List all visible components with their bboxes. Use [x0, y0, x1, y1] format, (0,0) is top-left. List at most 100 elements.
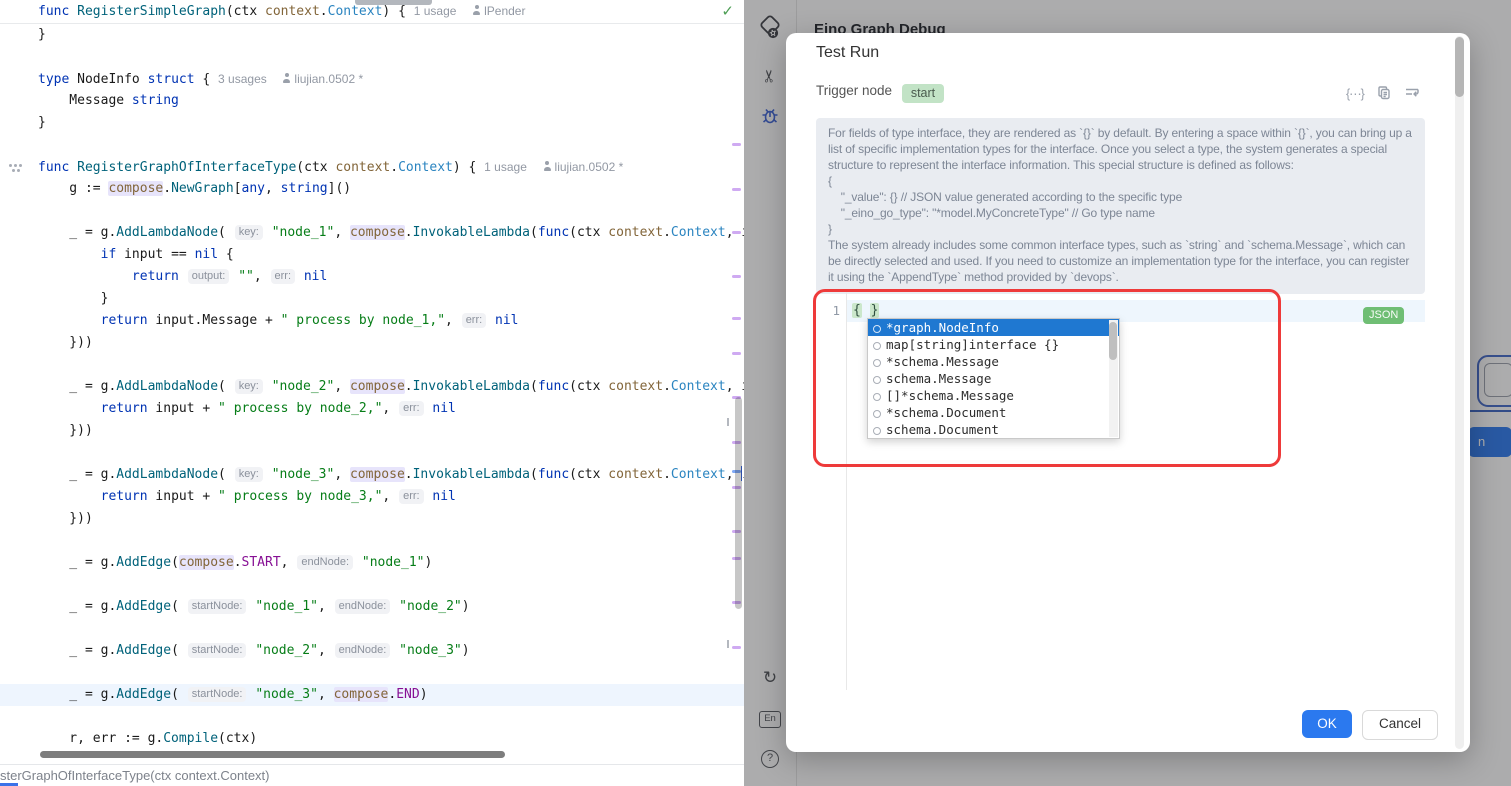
code-line: type NodeInfo struct { 3 usages liujian.…	[0, 68, 744, 90]
code-line: if input == nil {	[0, 244, 744, 266]
autocomplete-item-label: schema.Document	[886, 422, 999, 437]
interface-help-text: For fields of type interface, they are r…	[816, 118, 1425, 294]
cancel-button[interactable]: Cancel	[1362, 710, 1438, 740]
author-icon	[472, 5, 481, 15]
author-icon	[282, 73, 291, 83]
modal-title: Test Run	[816, 44, 879, 62]
autocomplete-item[interactable]: []*schema.Message	[868, 387, 1119, 404]
autocomplete-item[interactable]: *schema.Message	[868, 353, 1119, 370]
code-line: Message string	[0, 90, 744, 112]
code-line: g := compose.NewGraph[any, string]()	[0, 178, 744, 200]
code-line: return input + " process by node_2,", er…	[0, 398, 744, 420]
autocomplete-item[interactable]: *schema.Document	[868, 404, 1119, 421]
autocomplete-item[interactable]: map[string]interface {}	[868, 336, 1119, 353]
screen: func RegisterSimpleGraph(ctx context.Con…	[0, 0, 1511, 786]
vcs-change-marker	[732, 143, 741, 146]
autocomplete-list: *graph.NodeInfo map[string]interface {} *s…	[868, 319, 1119, 438]
copy-icon[interactable]	[1376, 85, 1392, 101]
close-brace: }	[870, 303, 880, 318]
code-line: return output: "", err: nil	[0, 266, 744, 288]
autocomplete-item[interactable]: schema.Message	[868, 370, 1119, 387]
code-line: func RegisterGraphOfInterfaceType(ctx co…	[0, 156, 744, 178]
code-line	[0, 662, 744, 684]
code-line: _ = g.AddLambdaNode( key: "node_1", comp…	[0, 222, 744, 244]
code-line: }))	[0, 420, 744, 442]
code-line: _ = g.AddEdge( startNode: "node_2", endN…	[0, 640, 744, 662]
status-bar: sterGraphOfInterfaceType(ctx context.Con…	[0, 764, 744, 786]
format-json-icon[interactable]: {⋯}	[1346, 86, 1364, 101]
ok-button[interactable]: OK	[1302, 710, 1352, 738]
code-line: _ = g.AddLambdaNode( key: "node_2", comp…	[0, 376, 744, 398]
code-line	[0, 442, 744, 464]
modal-toolbar: {⋯}	[1346, 83, 1436, 103]
code-line	[0, 530, 744, 552]
code-line	[0, 574, 744, 596]
vcs-change-marker	[732, 352, 741, 355]
code-line: }	[0, 112, 744, 134]
vcs-change-marker	[732, 317, 741, 320]
code-line: }))	[0, 332, 744, 354]
type-bullet-icon	[873, 359, 881, 367]
type-bullet-icon	[873, 410, 881, 418]
code-lines: func RegisterSimpleGraph(ctx context.Con…	[0, 0, 744, 750]
autocomplete-item[interactable]: *graph.NodeInfo	[868, 319, 1119, 336]
trigger-node-row: Trigger node start	[816, 83, 944, 103]
editor-top-tab-remnant	[355, 0, 432, 5]
editor-edge-tick	[727, 640, 729, 648]
code-line	[0, 618, 744, 640]
code-line: return input + " process by node_3,", er…	[0, 486, 744, 508]
json-input-editor[interactable]: 1 { } JSON *graph.NodeInfo map[string]int…	[786, 292, 1470, 690]
graph-gutter-icon[interactable]	[9, 164, 12, 167]
modal-footer: OK Cancel	[1302, 710, 1438, 740]
test-run-modal: Test Run Trigger node start {⋯}	[786, 33, 1470, 752]
type-bullet-icon	[873, 342, 881, 350]
vcs-change-marker	[732, 275, 741, 278]
autocomplete-item[interactable]: schema.Document	[868, 421, 1119, 438]
word-wrap-icon[interactable]	[1404, 85, 1420, 101]
trigger-node-badge: start	[902, 84, 944, 103]
code-line	[0, 200, 744, 222]
autocomplete-item-label: []*schema.Message	[886, 388, 1014, 403]
code-line	[0, 706, 744, 728]
inspection-ok-check-icon[interactable]: ✓	[721, 2, 734, 20]
trigger-node-label: Trigger node	[816, 83, 892, 98]
modal-scrollbar-thumb[interactable]	[1455, 37, 1464, 97]
breadcrumb[interactable]: sterGraphOfInterfaceType(ctx context.Con…	[0, 768, 270, 783]
type-bullet-icon	[873, 325, 881, 333]
code-line	[0, 46, 744, 68]
type-bullet-icon	[873, 427, 881, 435]
code-line	[0, 354, 744, 376]
code-line: }	[0, 24, 744, 46]
code-line: _ = g.AddLambdaNode( key: "node_3", comp…	[0, 464, 744, 486]
author-icon	[543, 161, 552, 171]
autocomplete-item-label: schema.Message	[886, 371, 991, 386]
modal-scrollbar-track[interactable]	[1455, 36, 1464, 749]
code-line: _ = g.AddEdge( startNode: "node_3", comp…	[0, 684, 744, 706]
type-autocomplete-popup: *graph.NodeInfo map[string]interface {} *s…	[867, 318, 1120, 439]
autocomplete-item-label: *graph.NodeInfo	[886, 320, 999, 335]
open-brace: {	[852, 303, 862, 318]
code-line: }	[0, 288, 744, 310]
code-line: return input.Message + " process by node…	[0, 310, 744, 332]
json-language-badge: JSON	[1363, 307, 1404, 324]
gutter-separator	[846, 292, 847, 690]
line-number: 1	[822, 300, 840, 322]
autocomplete-scroll-thumb[interactable]	[1109, 322, 1117, 360]
vcs-change-marker	[732, 231, 741, 234]
vcs-change-marker	[732, 646, 741, 649]
code-line: _ = g.AddEdge( startNode: "node_1", endN…	[0, 596, 744, 618]
type-bullet-icon	[873, 376, 881, 384]
code-line: r, err := g.Compile(ctx)	[0, 728, 744, 750]
autocomplete-scrollbar[interactable]	[1109, 320, 1118, 437]
vcs-change-marker	[732, 188, 741, 191]
code-editor[interactable]: func RegisterSimpleGraph(ctx context.Con…	[0, 0, 744, 764]
autocomplete-item-label: *schema.Message	[886, 354, 999, 369]
code-line: }))	[0, 508, 744, 530]
autocomplete-item-label: map[string]interface {}	[886, 337, 1059, 352]
editor-edge-tick	[727, 418, 729, 426]
vertical-scrollbar[interactable]	[735, 397, 742, 609]
horizontal-scrollbar[interactable]	[40, 751, 505, 758]
type-bullet-icon	[873, 393, 881, 401]
code-line	[0, 134, 744, 156]
autocomplete-item-label: *schema.Document	[886, 405, 1006, 420]
